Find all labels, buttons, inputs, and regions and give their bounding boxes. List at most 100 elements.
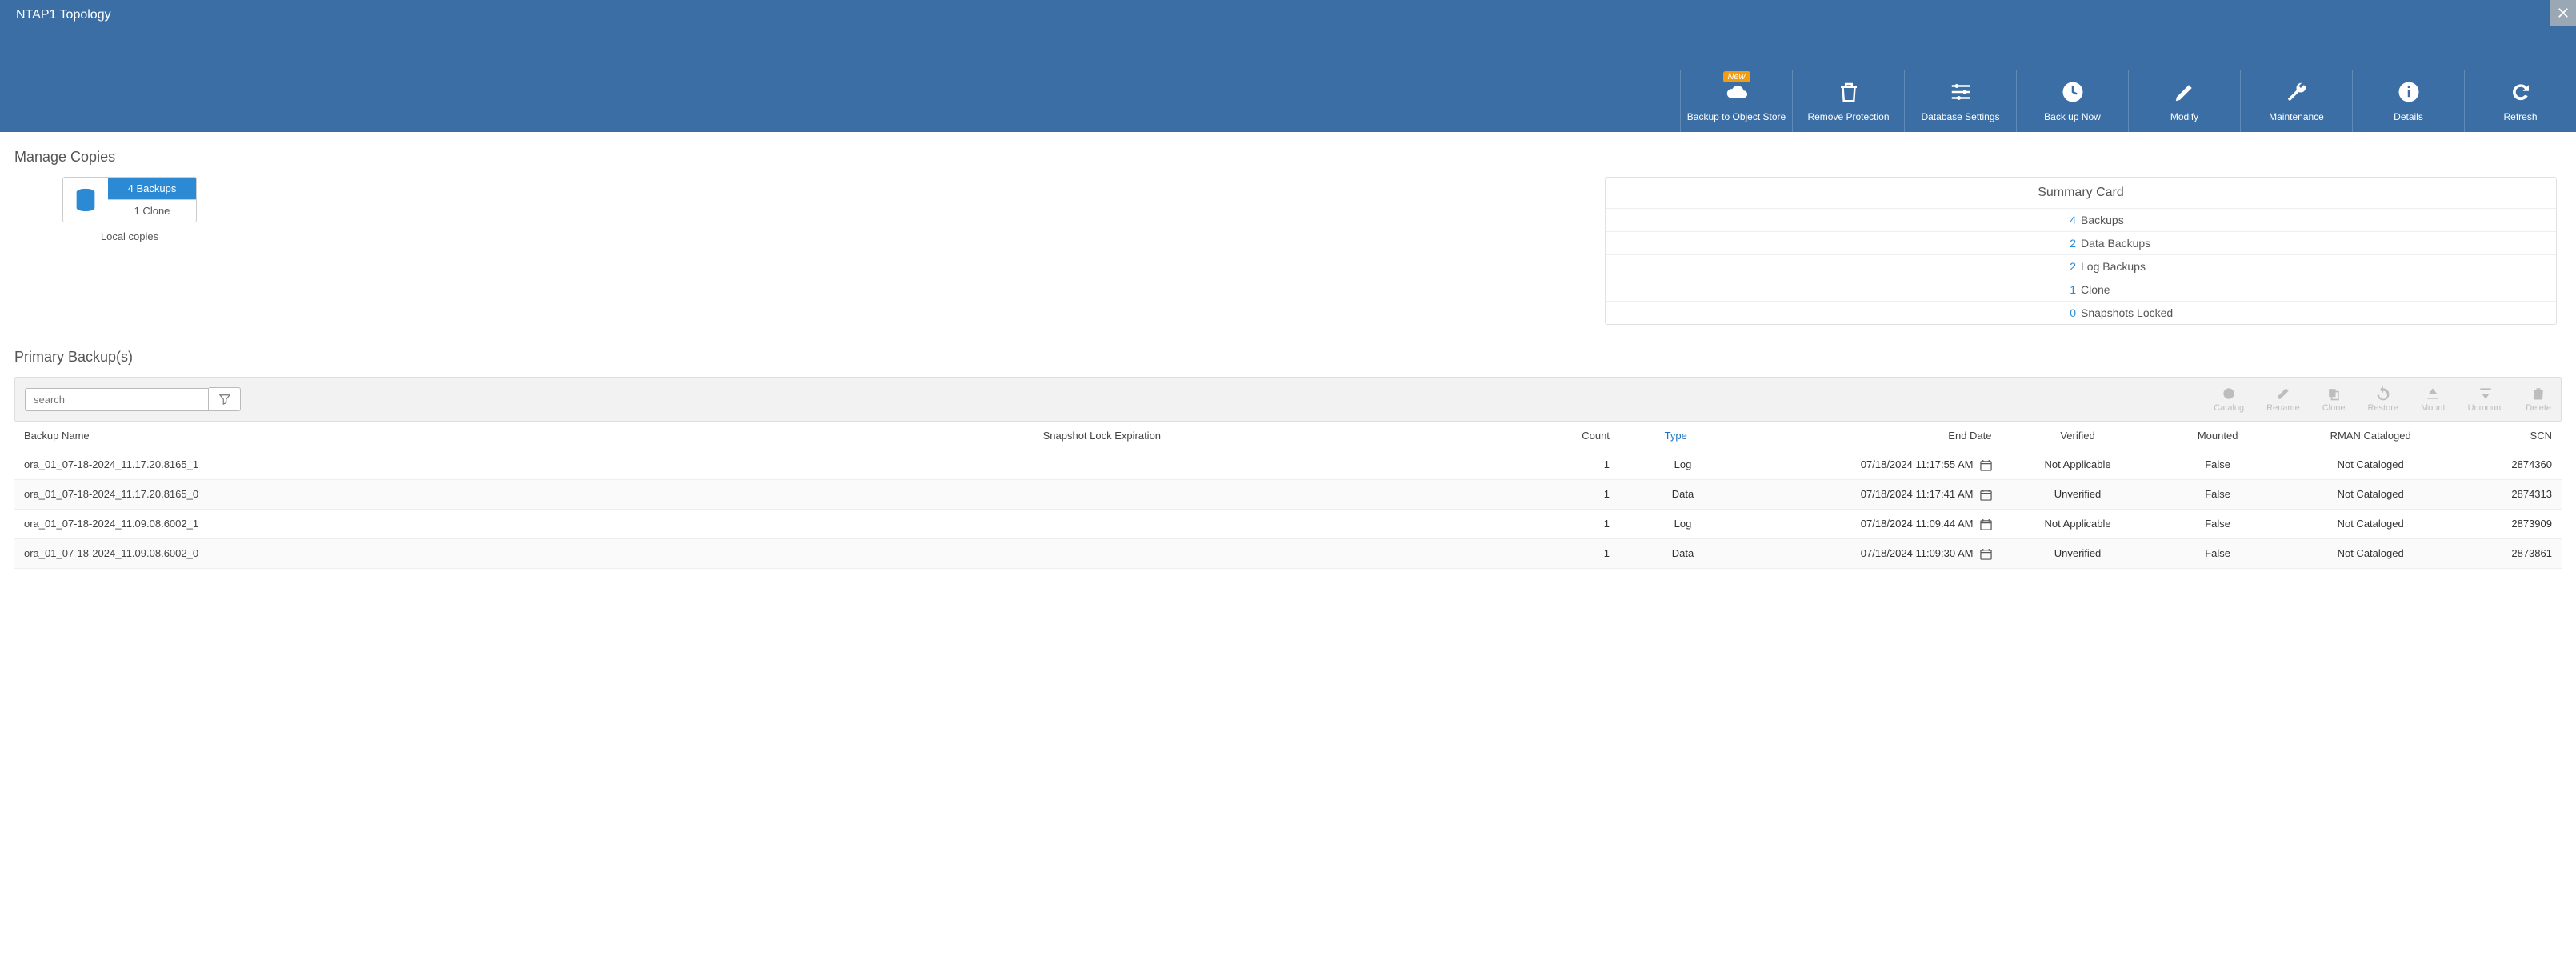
maintenance-button[interactable]: Maintenance: [2240, 70, 2352, 132]
pencil-icon: [2173, 80, 2197, 104]
backup-object-store-button[interactable]: New Backup to Object Store: [1680, 70, 1792, 132]
cell-type: Data: [1619, 480, 1746, 510]
database-icon: [63, 178, 108, 222]
delete-icon: [2530, 386, 2546, 402]
cell-scn: 2873909: [2460, 510, 2562, 539]
cell-lock: [1034, 539, 1518, 569]
wrench-icon: [2285, 80, 2309, 104]
row-actions: Catalog Rename Clone Restore Mount Unmou…: [2214, 386, 2551, 413]
col-count[interactable]: Count: [1518, 422, 1619, 450]
new-badge: New: [1722, 71, 1750, 82]
cell-lock: [1034, 450, 1518, 480]
cell-count: 1: [1518, 450, 1619, 480]
calendar-icon: [1980, 518, 1992, 530]
col-snapshot-lock[interactable]: Snapshot Lock Expiration: [1034, 422, 1518, 450]
page-title: NTAP1 Topology: [16, 8, 111, 22]
cell-rman: Not Cataloged: [2282, 539, 2460, 569]
table-row[interactable]: ora_01_07-18-2024_11.17.20.8165_1 1Log07/…: [14, 450, 2562, 480]
clone-action: Clone: [2322, 386, 2346, 413]
rename-action: Rename: [2266, 386, 2300, 413]
summary-row: 4Backups: [1606, 208, 2556, 231]
summary-row: 2Log Backups: [1606, 254, 2556, 278]
sort-indicator-icon: [1690, 430, 1701, 442]
close-button[interactable]: [2550, 0, 2576, 26]
primary-backups-title: Primary Backup(s): [14, 349, 2562, 366]
manage-copies-title: Manage Copies: [14, 149, 2562, 166]
cell-type: Data: [1619, 539, 1746, 569]
cell-rman: Not Cataloged: [2282, 510, 2460, 539]
backups-table: Backup Name Snapshot Lock Expiration Cou…: [14, 422, 2562, 569]
summary-row: 1Clone: [1606, 278, 2556, 301]
modify-button[interactable]: Modify: [2128, 70, 2240, 132]
filter-button[interactable]: [209, 387, 241, 411]
calendar-icon: [1980, 489, 1992, 501]
catalog-icon: [2221, 386, 2237, 402]
cell-mounted: False: [2154, 480, 2282, 510]
summary-card: Summary Card 4Backups 2Data Backups 2Log…: [1605, 177, 2557, 325]
header-bar: NTAP1 Topology New Backup to Object Stor…: [0, 0, 2576, 132]
cell-type: Log: [1619, 510, 1746, 539]
cell-name: ora_01_07-18-2024_11.09.08.6002_1: [14, 510, 1034, 539]
calendar-icon: [1980, 548, 1992, 560]
back-up-now-button[interactable]: Back up Now: [2016, 70, 2128, 132]
rename-icon: [2275, 386, 2291, 402]
cell-count: 1: [1518, 510, 1619, 539]
cell-name: ora_01_07-18-2024_11.09.08.6002_0: [14, 539, 1034, 569]
refresh-icon: [2509, 80, 2533, 104]
table-row[interactable]: ora_01_07-18-2024_11.09.08.6002_01Data07…: [14, 539, 2562, 569]
table-row[interactable]: ora_01_07-18-2024_11.17.20.8165_01Data07…: [14, 480, 2562, 510]
info-icon: [2397, 80, 2421, 104]
cell-end: 07/18/2024 11:09:30 AM: [1746, 539, 2001, 569]
restore-action: Restore: [2367, 386, 2398, 413]
database-settings-button[interactable]: Database Settings: [1904, 70, 2016, 132]
copies-card: 4 Backups 1 Clone: [62, 177, 197, 222]
col-verified[interactable]: Verified: [2002, 422, 2154, 450]
delete-action: Delete: [2526, 386, 2551, 413]
col-backup-name[interactable]: Backup Name: [14, 422, 1034, 450]
clock-icon: [2061, 80, 2085, 104]
refresh-button[interactable]: Refresh: [2464, 70, 2576, 132]
col-rman[interactable]: RMAN Cataloged: [2282, 422, 2460, 450]
local-copies-block: 4 Backups 1 Clone Local copies: [62, 177, 197, 242]
summary-row: 2Data Backups: [1606, 231, 2556, 254]
restore-icon: [2375, 386, 2391, 402]
col-end-date[interactable]: End Date: [1746, 422, 2001, 450]
cell-mounted: False: [2154, 539, 2282, 569]
cell-scn: 2873861: [2460, 539, 2562, 569]
cell-name: ora_01_07-18-2024_11.17.20.8165_1: [14, 450, 1034, 480]
cell-verified: Unverified: [2002, 539, 2154, 569]
details-button[interactable]: Details: [2352, 70, 2464, 132]
mount-action: Mount: [2421, 386, 2446, 413]
col-mounted[interactable]: Mounted: [2154, 422, 2282, 450]
cell-lock: [1034, 480, 1518, 510]
search-input[interactable]: [25, 388, 209, 411]
cell-count: 1: [1518, 480, 1619, 510]
col-type[interactable]: Type: [1619, 422, 1746, 450]
clone-icon: [2326, 386, 2342, 402]
cell-mounted: False: [2154, 450, 2282, 480]
table-row[interactable]: ora_01_07-18-2024_11.09.08.6002_1 1Log07/…: [14, 510, 2562, 539]
cell-end: 07/18/2024 11:17:55 AM: [1746, 450, 2001, 480]
local-copies-label: Local copies: [101, 230, 158, 242]
close-icon: [2558, 7, 2569, 18]
cell-rman: Not Cataloged: [2282, 450, 2460, 480]
mount-icon: [2425, 386, 2441, 402]
cell-end: 07/18/2024 11:09:44 AM: [1746, 510, 2001, 539]
backups-count-row[interactable]: 4 Backups: [108, 178, 196, 199]
cell-verified: Not Applicable: [2002, 510, 2154, 539]
cell-scn: 2874313: [2460, 480, 2562, 510]
summary-card-title: Summary Card: [1606, 178, 2556, 208]
cell-rman: Not Cataloged: [2282, 480, 2460, 510]
remove-protection-button[interactable]: Remove Protection: [1792, 70, 1904, 132]
cell-end: 07/18/2024 11:17:41 AM: [1746, 480, 2001, 510]
filter-icon: [219, 394, 230, 405]
unmount-icon: [2478, 386, 2494, 402]
cell-mounted: False: [2154, 510, 2282, 539]
cell-type: Log: [1619, 450, 1746, 480]
calendar-icon: [1980, 459, 1992, 471]
sliders-icon: [1949, 80, 1973, 104]
unmount-action: Unmount: [2468, 386, 2504, 413]
clone-count-row[interactable]: 1 Clone: [108, 199, 196, 222]
col-scn[interactable]: SCN: [2460, 422, 2562, 450]
cell-lock: [1034, 510, 1518, 539]
